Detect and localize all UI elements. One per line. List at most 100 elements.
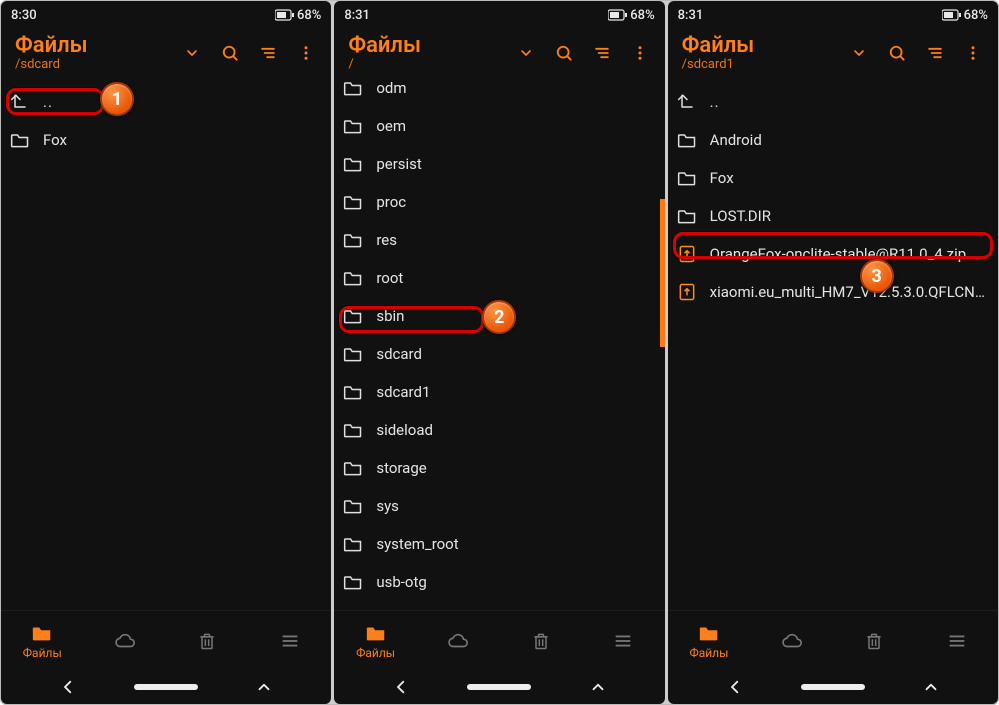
- cloud-icon: [446, 630, 470, 652]
- nav-home-button[interactable]: [801, 684, 865, 690]
- bottom-tab-cloud[interactable]: [84, 611, 167, 670]
- list-item[interactable]: sdcard: [334, 335, 664, 373]
- annotation-callout: 3: [860, 259, 894, 293]
- bottom-tab-cloud[interactable]: [417, 611, 500, 670]
- list-item[interactable]: sys: [334, 487, 664, 525]
- bottom-nav: Файлы: [668, 610, 998, 670]
- status-time: 8:31: [344, 8, 370, 23]
- nav-back-button[interactable]: [48, 678, 88, 696]
- bottom-tab-files[interactable]: Файлы: [334, 611, 417, 670]
- system-nav: [1, 670, 331, 704]
- item-label: usb-otg: [376, 573, 652, 591]
- zip-icon: [676, 243, 698, 265]
- list-item[interactable]: system_root: [334, 525, 664, 563]
- list-item[interactable]: storage: [334, 449, 664, 487]
- status-bar: 8:31 68%: [334, 1, 664, 29]
- nav-back-button[interactable]: [715, 678, 755, 696]
- bottom-tab-files[interactable]: Файлы: [1, 611, 84, 670]
- list-item[interactable]: OrangeFox-onclite-stable@R11.0_4.zip: [668, 235, 998, 273]
- list-item[interactable]: Android: [668, 121, 998, 159]
- folder-icon: [342, 77, 364, 99]
- folder-icon: [342, 229, 364, 251]
- trash-icon: [195, 630, 219, 652]
- more-button[interactable]: [623, 33, 657, 73]
- search-button[interactable]: [213, 33, 247, 73]
- path-dropdown-icon[interactable]: [509, 33, 543, 73]
- path-dropdown-icon[interactable]: [842, 33, 876, 73]
- file-list[interactable]: odm oem persist proc res root sbin sdcar…: [334, 69, 664, 610]
- sort-button[interactable]: [918, 33, 952, 73]
- nav-recents-button[interactable]: [244, 678, 284, 696]
- file-list[interactable]: .. Fox: [1, 83, 331, 610]
- battery-pct: 68%: [297, 8, 321, 23]
- nav-home-button[interactable]: [467, 684, 531, 690]
- nav-recents-button[interactable]: [578, 678, 618, 696]
- annotation-callout: 1: [100, 82, 134, 116]
- bottom-nav: Файлы: [1, 610, 331, 670]
- page-title: Файлы: [682, 34, 838, 58]
- cloud-icon: [113, 630, 137, 652]
- menu-icon: [611, 630, 635, 652]
- folder-fill-icon: [697, 622, 721, 644]
- folder-icon: [342, 495, 364, 517]
- screen: 8:30 68% Файлы /sdcard .. Fox Файлы: [1, 1, 331, 704]
- title-block[interactable]: Файлы /sdcard1: [682, 34, 838, 72]
- list-item[interactable]: vendor: [334, 601, 664, 610]
- path-label: /sdcard1: [682, 58, 838, 72]
- list-item[interactable]: usb-otg: [334, 563, 664, 601]
- nav-home-button[interactable]: [134, 684, 198, 690]
- header: Файлы /sdcard: [1, 29, 331, 83]
- list-item[interactable]: oem: [334, 107, 664, 145]
- title-block[interactable]: Файлы /: [348, 34, 504, 72]
- trash-icon: [529, 630, 553, 652]
- list-item[interactable]: persist: [334, 145, 664, 183]
- search-button[interactable]: [547, 33, 581, 73]
- item-label: xiaomi.eu_multi_HM7_V12.5.3.0.QFLCNXM_v1…: [710, 283, 986, 301]
- parent-dir-row[interactable]: ..: [668, 83, 998, 121]
- status-time: 8:30: [11, 8, 37, 23]
- item-label: odm: [376, 79, 652, 97]
- path-dropdown-icon[interactable]: [175, 33, 209, 73]
- trash-icon: [862, 630, 886, 652]
- title-block[interactable]: Файлы /sdcard: [15, 34, 171, 72]
- list-item[interactable]: Fox: [1, 121, 331, 159]
- bottom-tab-trash[interactable]: [833, 611, 916, 670]
- list-item[interactable]: res: [334, 221, 664, 259]
- up-icon: [676, 91, 698, 113]
- more-button[interactable]: [289, 33, 323, 73]
- bottom-tab-menu[interactable]: [249, 611, 332, 670]
- more-button[interactable]: [956, 33, 990, 73]
- folder-icon: [342, 381, 364, 403]
- item-label: ..: [710, 93, 986, 111]
- parent-dir-row[interactable]: ..: [1, 83, 331, 121]
- list-item[interactable]: proc: [334, 183, 664, 221]
- item-label: sideload: [376, 421, 652, 439]
- list-item[interactable]: sideload: [334, 411, 664, 449]
- list-item[interactable]: xiaomi.eu_multi_HM7_V12.5.3.0.QFLCNXM_v1…: [668, 273, 998, 311]
- sort-button[interactable]: [585, 33, 619, 73]
- status-time: 8:31: [678, 8, 704, 23]
- bottom-tab-trash[interactable]: [166, 611, 249, 670]
- nav-back-button[interactable]: [381, 678, 421, 696]
- item-label: system_root: [376, 535, 652, 553]
- list-item[interactable]: LOST.DIR: [668, 197, 998, 235]
- folder-icon: [9, 129, 31, 151]
- nav-recents-button[interactable]: [911, 678, 951, 696]
- bottom-tab-menu[interactable]: [915, 611, 998, 670]
- bottom-tab-files[interactable]: Файлы: [668, 611, 751, 670]
- system-nav: [668, 670, 998, 704]
- list-item[interactable]: odm: [334, 69, 664, 107]
- item-label: sdcard: [376, 345, 652, 363]
- bottom-tab-trash[interactable]: [499, 611, 582, 670]
- screen: 8:31 68% Файлы /sdcard1 .. Android Fox L…: [668, 1, 998, 704]
- bottom-tab-cloud[interactable]: [750, 611, 833, 670]
- folder-icon: [342, 571, 364, 593]
- sort-button[interactable]: [251, 33, 285, 73]
- folder-icon: [342, 609, 364, 610]
- list-item[interactable]: root: [334, 259, 664, 297]
- search-button[interactable]: [880, 33, 914, 73]
- list-item[interactable]: sdcard1: [334, 373, 664, 411]
- bottom-tab-menu[interactable]: [582, 611, 665, 670]
- file-list[interactable]: .. Android Fox LOST.DIR OrangeFox-onclit…: [668, 83, 998, 610]
- list-item[interactable]: Fox: [668, 159, 998, 197]
